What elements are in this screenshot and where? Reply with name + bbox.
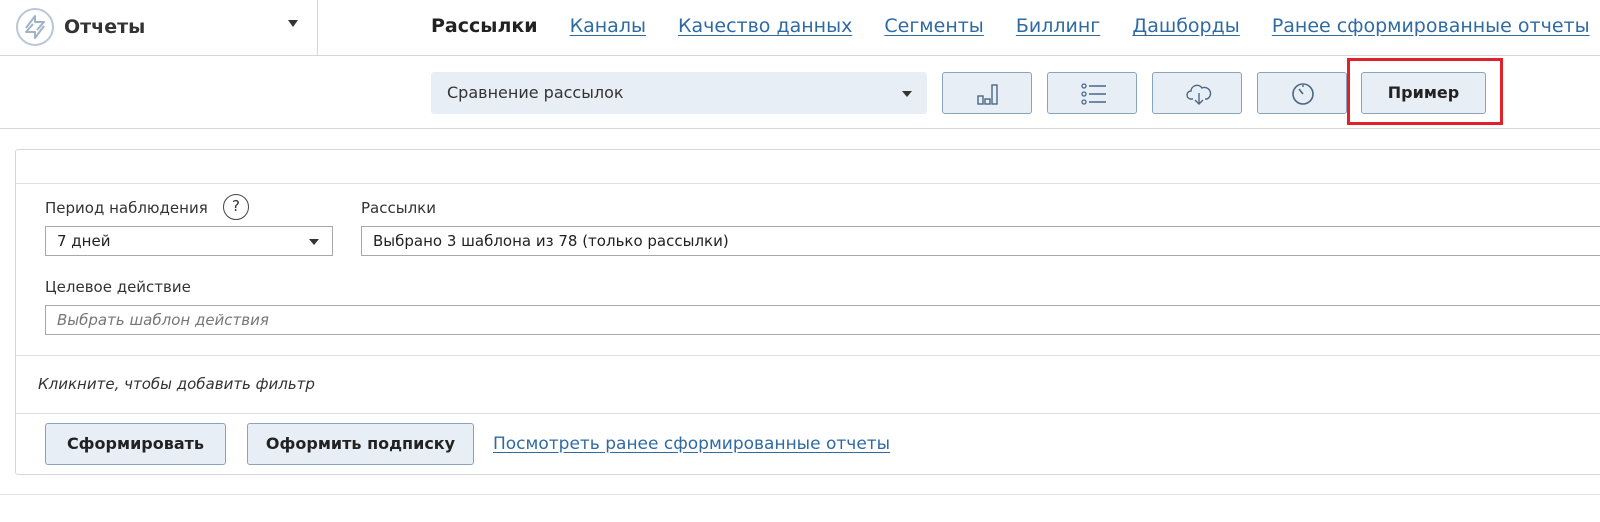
top-bar: Отчеты Рассылки Каналы Качество данных С… — [0, 0, 1600, 56]
target-action-label: Целевое действие — [45, 278, 191, 296]
download-button[interactable] — [1152, 72, 1242, 114]
chart-view-button[interactable] — [942, 72, 1032, 114]
chevron-down-icon[interactable] — [288, 20, 298, 27]
schedule-button[interactable] — [1257, 72, 1347, 114]
refresh-arrows-icon — [16, 8, 54, 46]
nav-item-data-quality[interactable]: Качество данных — [678, 15, 852, 37]
cloud-download-icon — [1186, 84, 1212, 105]
highlight-frame — [1347, 58, 1503, 125]
list-view-button[interactable] — [1047, 72, 1137, 114]
subscribe-button[interactable]: Оформить подписку — [247, 423, 474, 465]
mailings-value: Выбрано 3 шаблона из 78 (только рассылки… — [373, 232, 729, 250]
divider — [0, 494, 1600, 495]
report-toolbar: Сравнение рассылок Пример — [0, 57, 1600, 129]
mailings-select[interactable]: Выбрано 3 шаблона из 78 (только рассылки… — [361, 226, 1600, 256]
chevron-down-icon — [902, 91, 912, 97]
app-title: Отчеты — [64, 16, 146, 38]
nav-item-channels[interactable]: Каналы — [570, 15, 646, 37]
report-type-value: Сравнение рассылок — [447, 83, 624, 102]
nav-item-segments[interactable]: Сегменты — [884, 15, 983, 37]
list-icon — [1081, 83, 1106, 105]
divider — [16, 355, 1600, 356]
app-switcher[interactable]: Отчеты — [0, 0, 318, 56]
nav-item-dashboards[interactable]: Дашборды — [1132, 15, 1239, 37]
previous-reports-link[interactable]: Посмотреть ранее сформированные отчеты — [493, 434, 890, 454]
generate-button[interactable]: Сформировать — [45, 423, 226, 465]
report-form-panel: Период наблюдения ? 7 дней Рассылки Выбр… — [15, 149, 1600, 475]
clock-icon — [1292, 83, 1314, 105]
period-value: 7 дней — [57, 232, 111, 250]
help-icon[interactable]: ? — [223, 194, 249, 220]
panel-header — [16, 150, 1600, 184]
report-type-select[interactable]: Сравнение рассылок — [431, 72, 927, 114]
bar-chart-icon — [977, 84, 998, 105]
target-action-placeholder: Выбрать шаблон действия — [57, 311, 269, 329]
divider — [16, 413, 1600, 414]
target-action-select[interactable]: Выбрать шаблон действия — [45, 305, 1600, 335]
nav-item-billing[interactable]: Биллинг — [1016, 15, 1100, 37]
nav-item-mailings[interactable]: Рассылки — [431, 15, 538, 37]
period-label: Период наблюдения — [45, 199, 208, 217]
chevron-down-icon — [309, 239, 319, 245]
mailings-label: Рассылки — [361, 199, 436, 217]
period-select[interactable]: 7 дней — [45, 226, 333, 256]
main-nav: Рассылки Каналы Качество данных Сегменты… — [431, 15, 1590, 41]
nav-item-previous-reports[interactable]: Ранее сформированные отчеты — [1272, 15, 1590, 37]
add-filter-link[interactable]: Кликните, чтобы добавить фильтр — [38, 375, 315, 393]
